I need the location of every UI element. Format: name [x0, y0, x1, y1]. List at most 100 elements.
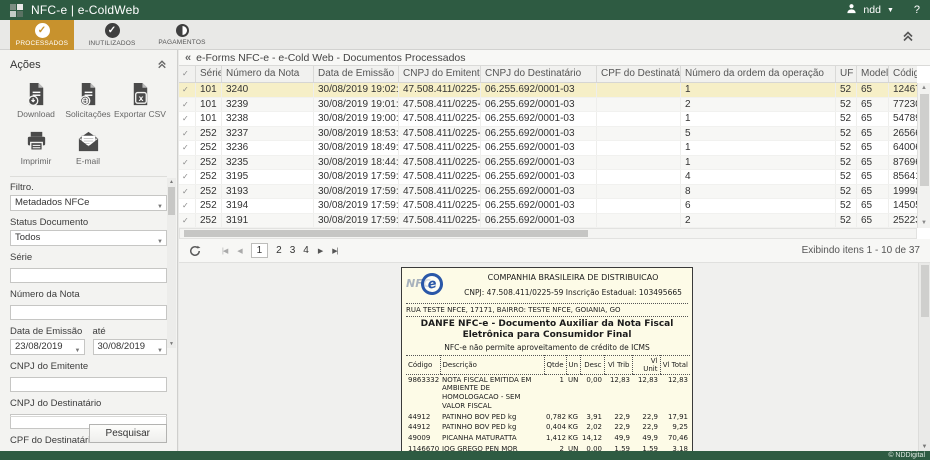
row-checkbox[interactable]: ✓ [179, 83, 196, 97]
table-row[interactable]: ✓ 252 3195 30/08/2019 17:59:54 47.508.41… [179, 170, 917, 185]
table-row[interactable]: ✓ 252 3191 30/08/2019 17:59:54 47.508.41… [179, 214, 917, 229]
cell-cpf-destinatario [597, 98, 681, 112]
item-desconto: 14,12 [580, 433, 604, 444]
tab-ribbon: ✓ PROCESSADOS ✓ INUTILIZADOS PAGAMENTOS [0, 20, 930, 50]
table-row[interactable]: ✓ 252 3235 30/08/2019 18:44:22 47.508.41… [179, 156, 917, 171]
first-page-button[interactable]: |◀ [222, 247, 227, 255]
cell-cpf-destinatario [597, 156, 681, 170]
solicitacoes-button[interactable]: Solicitações [62, 82, 114, 119]
help-button[interactable]: ? [914, 4, 920, 16]
app-title: NFC-e | e-ColdWeb [31, 3, 139, 17]
table-horizontal-scrollbar[interactable] [179, 228, 917, 239]
email-button[interactable]: E-mail [62, 129, 114, 166]
column-modelo[interactable]: Modelo [857, 66, 889, 82]
item-un: KG [566, 433, 580, 444]
serie-label: Série [10, 252, 167, 263]
tab-pagamentos[interactable]: PAGAMENTOS [150, 20, 214, 50]
data-de-picker[interactable]: 23/08/2019 ▼ [10, 339, 85, 355]
filtro-select[interactable]: Metadados NFCe ▼ [10, 195, 167, 211]
data-ate-picker[interactable]: 30/08/2019 ▼ [93, 339, 168, 355]
row-checkbox[interactable]: ✓ [179, 112, 196, 126]
column-cnpj-destinatario[interactable]: CNPJ do Destinatário [481, 66, 597, 82]
cell-ordem: 5 [681, 127, 836, 141]
page-3-button[interactable]: 3 [290, 245, 296, 256]
filter-scrollbar[interactable]: ▲ ▼ [167, 178, 176, 348]
scrollbar-thumb[interactable] [920, 94, 929, 186]
download-button[interactable]: Download [10, 82, 62, 119]
row-checkbox[interactable]: ✓ [179, 156, 196, 170]
refresh-button[interactable] [189, 245, 201, 257]
exportar-csv-button[interactable]: x Exportar CSV [114, 82, 166, 119]
tab-inutilizados[interactable]: ✓ INUTILIZADOS [80, 20, 144, 50]
row-checkbox[interactable]: ✓ [179, 199, 196, 213]
collapse-left-icon[interactable]: « [185, 51, 191, 65]
numero-nota-input[interactable] [10, 305, 167, 320]
column-serie[interactable]: Série [196, 66, 222, 82]
table-row[interactable]: ✓ 252 3236 30/08/2019 18:49:51 47.508.41… [179, 141, 917, 156]
item-vl-total: 70,46 [660, 433, 690, 444]
row-checkbox[interactable]: ✓ [179, 127, 196, 141]
row-checkbox[interactable]: ✓ [179, 185, 196, 199]
cell-cnpj-emitente: 47.508.411/0225-59 [399, 83, 481, 97]
cell-serie: 252 [196, 141, 222, 155]
cell-serie: 101 [196, 98, 222, 112]
serie-input[interactable] [10, 268, 167, 283]
table-row[interactable]: ✓ 252 3237 30/08/2019 18:53:40 47.508.41… [179, 127, 917, 142]
last-page-button[interactable]: ▶| [332, 247, 337, 255]
chevron-down-icon: ▼ [157, 235, 163, 249]
receipt-items-table: Código Descrição Qtde Un Desc Vl Trib Vl… [406, 355, 690, 451]
scrollbar-thumb[interactable] [168, 187, 175, 215]
select-all-checkbox[interactable]: ✓ [179, 66, 196, 82]
table-row[interactable]: ✓ 252 3193 30/08/2019 17:59:54 47.508.41… [179, 185, 917, 200]
collapse-panel-icon[interactable] [157, 56, 167, 74]
item-vl-trib: 12,83 [604, 374, 632, 412]
page-1-button[interactable]: 1 [251, 243, 269, 258]
printer-icon [24, 129, 49, 154]
status-documento-select[interactable]: Todos ▼ [10, 230, 167, 246]
scroll-up-icon[interactable]: ▲ [918, 83, 930, 93]
next-page-button[interactable]: ▶ [318, 247, 322, 255]
column-numero-nota[interactable]: Número da Nota [222, 66, 314, 82]
page-4-button[interactable]: 4 [303, 245, 309, 256]
imprimir-button[interactable]: Imprimir [10, 129, 62, 166]
user-menu[interactable]: ndd [863, 4, 881, 16]
item-codigo: 49009 [406, 433, 440, 444]
cnpj-emitente-input[interactable] [10, 377, 167, 392]
table-row[interactable]: ✓ 101 3239 30/08/2019 19:01:31 47.508.41… [179, 98, 917, 113]
column-cnpj-emitente[interactable]: CNPJ do Emitente [399, 66, 481, 82]
chevron-down-icon[interactable]: ▼ [887, 7, 894, 14]
column-cpf-destinatario[interactable]: CPF do Destinatário [597, 66, 681, 82]
table-vertical-scrollbar[interactable]: ▲ ▼ [917, 83, 930, 228]
table-row[interactable]: ✓ 101 3240 30/08/2019 19:02:36 47.508.41… [179, 83, 917, 98]
scroll-down-icon[interactable]: ▼ [918, 218, 930, 228]
scrollbar-thumb[interactable] [184, 230, 588, 237]
table-row[interactable]: ✓ 252 3194 30/08/2019 17:59:54 47.508.41… [179, 199, 917, 214]
scrollbar-thumb[interactable] [921, 265, 929, 317]
status-bar: © NDDigital [0, 451, 930, 460]
row-checkbox[interactable]: ✓ [179, 214, 196, 228]
download-document-icon [24, 82, 49, 107]
data-ate-value: 30/08/2019 [98, 341, 146, 352]
column-numero-ordem[interactable]: Número da ordem da operação [681, 66, 836, 82]
pesquisar-button[interactable]: Pesquisar [89, 424, 167, 443]
preview-scrollbar[interactable]: ▼ [918, 263, 930, 451]
cell-serie: 252 [196, 170, 222, 184]
cell-modelo: 65 [857, 112, 889, 126]
collapse-ribbon-icon[interactable] [902, 29, 914, 47]
item-codigo: 1146670 [406, 444, 440, 451]
scroll-down-icon[interactable]: ▼ [167, 340, 176, 348]
column-data-emissao[interactable]: Data de Emissão [314, 66, 399, 82]
page-2-button[interactable]: 2 [276, 245, 282, 256]
row-checkbox[interactable]: ✓ [179, 141, 196, 155]
receipt-company-block: COMPANHIA BRASILEIRA DE DISTRIBUICAO CNP… [458, 271, 688, 297]
row-checkbox[interactable]: ✓ [179, 98, 196, 112]
column-codigo[interactable]: Código [889, 66, 917, 82]
scroll-down-icon[interactable]: ▼ [919, 444, 930, 450]
previous-page-button[interactable]: ◀ [237, 247, 241, 255]
tab-processados[interactable]: ✓ PROCESSADOS [10, 20, 74, 50]
scroll-up-icon[interactable]: ▲ [167, 178, 176, 186]
row-checkbox[interactable]: ✓ [179, 170, 196, 184]
table-row[interactable]: ✓ 101 3238 30/08/2019 19:00:23 47.508.41… [179, 112, 917, 127]
column-uf[interactable]: UF [836, 66, 857, 82]
cell-numero: 3191 [222, 214, 314, 228]
